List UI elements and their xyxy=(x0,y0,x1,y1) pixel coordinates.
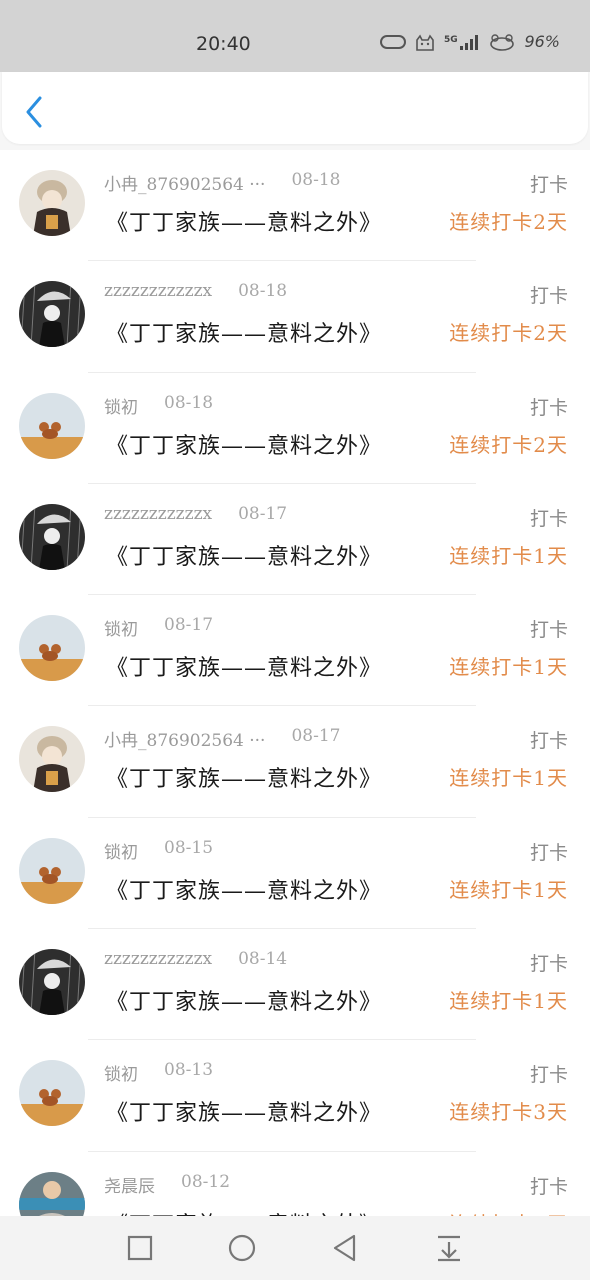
avatar[interactable] xyxy=(19,1171,85,1216)
streak-badge: 连续打卡1天 xyxy=(449,766,568,791)
list-item[interactable]: 锁初 08-17 打卡《丁丁家族——意料之外》 连续打卡1天 xyxy=(0,595,590,707)
chevron-left-icon[interactable] xyxy=(20,94,48,130)
book-title: 《丁丁家族——意料之外》 xyxy=(106,433,383,459)
meta-line: zzzzzzzzzzzx 08-17 xyxy=(104,504,287,524)
meta-line: 锁初 08-13 xyxy=(104,1060,213,1085)
status-icons: 5G 96% xyxy=(380,32,560,51)
avatar[interactable] xyxy=(19,726,85,793)
checkin-label: 打卡 xyxy=(529,1175,568,1198)
streak-badge: 连续打卡2天 xyxy=(449,432,568,457)
list-item[interactable]: 小冉_876902564 ··· 08-18 打卡《丁丁家族——意料之外》 连续打卡2… xyxy=(0,150,590,262)
list-item[interactable]: 锁初 08-15 打卡《丁丁家族——意料之外》 连续打卡1天 xyxy=(0,818,590,930)
avatar[interactable] xyxy=(19,949,85,1016)
list-item[interactable]: zzzzzzzzzzzx 08-18 打卡《丁丁家族——意料之外》 连续打卡2天 xyxy=(0,261,590,373)
list-item[interactable]: 锁初 08-13 打卡《丁丁家族——意料之外》 连续打卡3天 xyxy=(0,1040,590,1152)
meta-line: 小冉_876902564 ··· 08-17 xyxy=(104,726,340,751)
book-title: 《丁丁家族——意料之外》 xyxy=(106,767,383,793)
mouse-icon xyxy=(490,33,515,51)
checkin-label: 打卡 xyxy=(529,841,568,864)
checkin-label: 打卡 xyxy=(529,507,568,530)
meta-line: 锁初 08-15 xyxy=(104,838,213,863)
meta-line: 尧晨辰 08-12 xyxy=(104,1172,230,1197)
streak-badge: 连续打卡3天 xyxy=(449,1100,568,1125)
record-date: 08-18 xyxy=(164,392,214,413)
checkin-label: 打卡 xyxy=(529,174,568,196)
meta-line: 锁初 08-17 xyxy=(104,615,213,640)
user-name[interactable]: zzzzzzzzzzzx xyxy=(104,949,212,969)
user-name[interactable]: 小冉_876902564 ··· xyxy=(104,726,265,751)
checkin-label: 打卡 xyxy=(529,285,568,308)
record-date: 08-12 xyxy=(181,1171,231,1192)
avatar[interactable] xyxy=(19,615,85,682)
user-name[interactable]: zzzzzzzzzzzx xyxy=(104,281,212,301)
header-bar xyxy=(2,72,588,144)
meta-line: zzzzzzzzzzzx 08-14 xyxy=(104,949,287,969)
record-date: 08-17 xyxy=(291,726,341,747)
list-item[interactable]: 锁初 08-18 打卡《丁丁家族——意料之外》 连续打卡2天 xyxy=(0,373,590,484)
record-date: 08-18 xyxy=(238,281,288,302)
book-title: 《丁丁家族——意料之外》 xyxy=(106,322,383,348)
streak-badge: 连续打卡1天 xyxy=(449,655,568,680)
user-name[interactable]: 锁初 xyxy=(104,838,138,863)
streak-badge: 连续打卡1天 xyxy=(449,877,568,902)
list-item[interactable]: 小冉_876902564 ··· 08-17 打卡《丁丁家族——意料之外》 连续打卡1… xyxy=(0,706,590,818)
book-title: 《丁丁家族——意料之外》 xyxy=(106,544,383,570)
status-bar: 20:40 5G 96% xyxy=(0,0,590,72)
record-date: 08-13 xyxy=(164,1060,214,1081)
record-date: 08-14 xyxy=(238,949,288,970)
checkin-label: 打卡 xyxy=(529,730,568,753)
meta-line: zzzzzzzzzzzx 08-18 xyxy=(104,281,287,301)
user-name[interactable]: zzzzzzzzzzzx xyxy=(104,504,212,524)
streak-badge: 连续打卡2天 xyxy=(449,321,568,346)
meta-line: 锁初 08-18 xyxy=(104,393,213,418)
book-title: 《丁丁家族——意料之外》 xyxy=(106,211,383,236)
avatar[interactable] xyxy=(19,837,85,904)
streak-badge: 连续打卡1天 xyxy=(449,543,568,568)
status-time: 20:40 xyxy=(196,33,251,55)
triangle-back-icon[interactable] xyxy=(330,1233,360,1263)
checkin-label: 打卡 xyxy=(529,1064,568,1087)
checkin-label: 打卡 xyxy=(529,396,568,419)
user-name[interactable]: 小冉_876902564 ··· xyxy=(104,170,265,195)
record-date: 08-17 xyxy=(164,615,214,636)
avatar[interactable] xyxy=(19,503,85,570)
battery-percent: 96% xyxy=(524,32,560,51)
streak-badge: 连续打卡1天 xyxy=(449,1208,568,1216)
download-icon[interactable] xyxy=(434,1233,464,1263)
user-name[interactable]: 锁初 xyxy=(104,615,138,640)
user-name[interactable]: 尧晨辰 xyxy=(104,1172,155,1197)
user-name[interactable]: 锁初 xyxy=(104,1060,138,1085)
avatar[interactable] xyxy=(19,1060,85,1127)
book-title: 《丁丁家族——意料之外》 xyxy=(106,1101,383,1127)
vr-icon xyxy=(380,34,407,49)
streak-badge: 连续打卡2天 xyxy=(449,210,568,234)
book-title: 《丁丁家族——意料之外》 xyxy=(106,878,383,904)
list-item[interactable]: zzzzzzzzzzzx 08-17 打卡《丁丁家族——意料之外》 连续打卡1天 xyxy=(0,484,590,596)
checkin-list: 小冉_876902564 ··· 08-18 打卡 《丁丁家族——意料之外》 连续打卡2… xyxy=(0,150,590,1216)
checkin-label: 打卡 xyxy=(529,619,568,642)
avatar[interactable] xyxy=(19,392,85,459)
list-item[interactable]: 尧晨辰 08-12 打卡《丁丁家族——意料之外》 连续打卡1天 xyxy=(0,1152,590,1216)
circle-icon[interactable] xyxy=(227,1233,257,1263)
book-title: 《丁丁家族——意料之外》 xyxy=(106,656,383,682)
book-title: 《丁丁家族——意料之外》 xyxy=(106,1207,382,1216)
user-name[interactable]: 锁初 xyxy=(104,393,138,418)
record-date: 08-17 xyxy=(238,503,288,524)
cat-icon xyxy=(416,33,435,51)
record-date: 08-18 xyxy=(291,170,341,190)
streak-badge: 连续打卡1天 xyxy=(449,989,568,1014)
avatar[interactable] xyxy=(19,281,85,348)
record-date: 08-15 xyxy=(164,837,214,858)
system-nav-bar xyxy=(0,1216,590,1280)
5g-signal-icon: 5G xyxy=(444,34,479,50)
book-title: 《丁丁家族——意料之外》 xyxy=(106,990,383,1016)
avatar[interactable] xyxy=(19,170,85,236)
checkin-label: 打卡 xyxy=(529,953,568,976)
svg-text:5G: 5G xyxy=(444,35,458,45)
square-icon[interactable] xyxy=(125,1233,155,1263)
meta-line: 小冉_876902564 ··· 08-18 xyxy=(104,170,340,195)
list-item[interactable]: zzzzzzzzzzzx 08-14 打卡《丁丁家族——意料之外》 连续打卡1天 xyxy=(0,929,590,1041)
